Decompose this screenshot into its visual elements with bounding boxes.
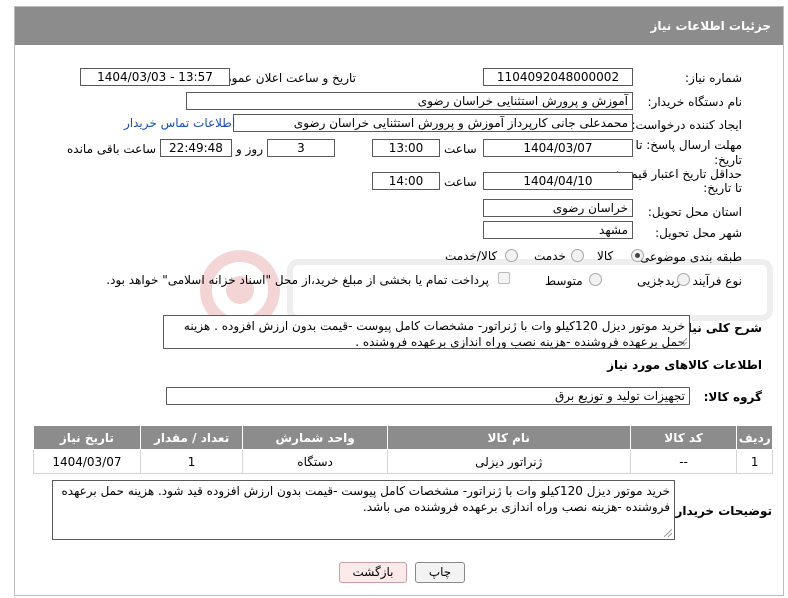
province-label: استان محل تحویل: <box>647 205 742 219</box>
category-radio-goods[interactable] <box>631 249 644 262</box>
category-label: طبقه بندی موضوعی: <box>635 250 742 264</box>
cell-name: ژنراتور دیزلی <box>386 449 631 474</box>
goods-section-title: اطلاعات کالاهای مورد نیاز <box>607 358 762 372</box>
treasury-payment-checkbox[interactable] <box>498 272 510 284</box>
category-option-goods: کالا <box>597 249 614 263</box>
cell-need-date: 1404/03/07 <box>33 449 141 474</box>
validity-time-label: ساعت <box>444 175 477 189</box>
creator-field[interactable]: محمدعلی جانی کارپرداز آموزش و پرورش استث… <box>233 114 633 132</box>
days-label: روز و <box>236 142 263 156</box>
cell-row: 1 <box>736 449 773 474</box>
time-remaining-label: ساعت باقی مانده <box>67 142 157 156</box>
cell-unit: دستگاه <box>242 449 388 474</box>
validity-label: حداقل تاریخ اعتبار قیمت: <box>615 167 742 181</box>
category-option-service: خدمت <box>534 249 566 263</box>
category-radio-goods-service[interactable] <box>505 249 518 262</box>
process-label: نوع فرآیند خرید : <box>657 274 742 288</box>
process-radio-medium[interactable] <box>589 273 602 286</box>
cell-quantity: 1 <box>139 449 244 474</box>
goods-table-header: ردیف کد کالا نام کالا واحد شمارش تعداد /… <box>33 425 773 450</box>
goods-group-field[interactable]: تجهیزات تولید و توزیع برق <box>166 387 690 405</box>
deadline-label-date: تاریخ: <box>714 153 742 167</box>
buyer-org-label: نام دستگاه خریدار: <box>647 95 743 109</box>
buyer-notes-label: توضیحات خریدار: <box>670 504 772 518</box>
deadline-label: مهلت ارسال پاسخ: تا <box>635 138 742 152</box>
buyer-notes-text: خرید موتور دیزل 120کیلو وات با ژنراتور- … <box>61 484 670 514</box>
cell-code: -- <box>629 449 738 474</box>
process-radio-minor[interactable] <box>677 273 690 286</box>
need-number-field[interactable]: 1104092048000002 <box>483 68 633 86</box>
resize-grip-icon[interactable] <box>679 338 687 346</box>
announce-label: تاریخ و ساعت اعلان عمومی: <box>211 71 356 85</box>
city-label: شهر محل تحویل: <box>655 226 742 240</box>
col-name: نام کالا <box>386 425 631 450</box>
deadline-time-label: ساعت <box>444 142 477 156</box>
buyer-notes-textarea[interactable]: خرید موتور دیزل 120کیلو وات با ژنراتور- … <box>52 480 675 540</box>
col-unit: واحد شمارش <box>242 425 388 450</box>
col-row: ردیف <box>736 425 773 450</box>
table-row[interactable]: 1 -- ژنراتور دیزلی دستگاه 1 1404/03/07 <box>33 449 773 474</box>
col-quantity: تعداد / مقدار <box>139 425 244 450</box>
col-code: کد کالا <box>629 425 738 450</box>
validity-date-field[interactable]: 1404/04/10 <box>483 172 633 190</box>
col-need-date: تاریخ نیاز <box>33 425 141 450</box>
back-button[interactable]: بازگشت <box>339 562 407 583</box>
deadline-time-field[interactable]: 13:00 <box>372 139 440 157</box>
need-number-label: شماره نیاز: <box>685 71 742 85</box>
time-remaining-field[interactable]: 22:49:48 <box>160 139 232 157</box>
validity-time-field[interactable]: 14:00 <box>372 172 440 190</box>
announce-datetime-field[interactable]: 1404/03/03 - 13:57 <box>80 68 230 86</box>
creator-label: ایجاد کننده درخواست: <box>631 118 742 132</box>
category-radio-service[interactable] <box>571 249 584 262</box>
description-textarea[interactable]: خرید موتور دیزل 120کیلو وات با ژنراتور- … <box>163 315 690 349</box>
category-option-goods-service: کالا/خدمت <box>445 249 498 263</box>
goods-group-label: گروه کالا: <box>703 390 762 404</box>
buyer-contact-link[interactable]: اطلاعات تماس خریدار <box>124 116 235 130</box>
city-field[interactable]: مشهد <box>483 221 633 239</box>
page-title: جزئیات اطلاعات نیاز <box>15 7 783 45</box>
print-button[interactable]: چاپ <box>415 562 465 583</box>
process-option-minor: جزیی <box>637 274 665 288</box>
deadline-date-field[interactable]: 1404/03/07 <box>483 139 633 157</box>
description-text: خرید موتور دیزل 120کیلو وات با ژنراتور- … <box>183 319 685 349</box>
province-field[interactable]: خراسان رضوی <box>483 199 633 217</box>
goods-table: ردیف کد کالا نام کالا واحد شمارش تعداد /… <box>33 425 773 474</box>
resize-grip-icon[interactable] <box>664 529 672 537</box>
treasury-payment-note: پرداخت تمام یا بخشی از مبلغ خرید،از محل … <box>106 273 489 287</box>
buyer-org-field[interactable]: آموزش و پرورش استثنایی خراسان رضوی <box>186 92 633 110</box>
validity-label-date: تا تاریخ: <box>703 181 742 195</box>
days-remaining-field[interactable]: 3 <box>267 139 335 157</box>
process-option-medium: متوسط <box>545 274 583 288</box>
